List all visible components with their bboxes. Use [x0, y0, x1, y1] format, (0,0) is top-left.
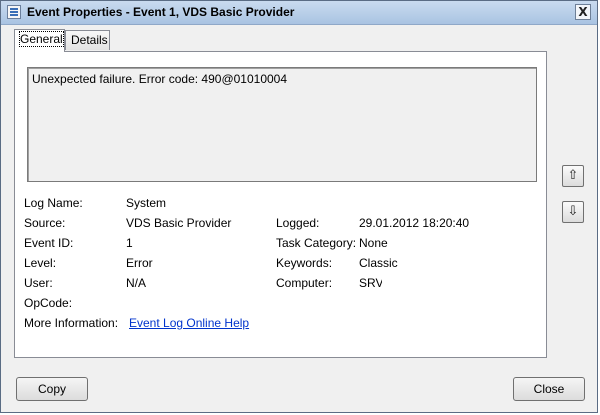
opcode-label: OpCode:	[24, 296, 73, 310]
event-id-label: Event ID:	[24, 236, 74, 250]
tab-general-label: General	[19, 31, 64, 47]
window-close-button[interactable]: X	[575, 4, 591, 20]
event-id-value: 1	[126, 236, 133, 250]
computer-label: Computer:	[276, 276, 333, 290]
computer-name-redaction	[382, 276, 446, 290]
arrow-up-icon: ⇧	[567, 168, 579, 183]
event-message-box[interactable]: Unexpected failure. Error code: 490@0101…	[27, 67, 537, 182]
user-value: N/A	[126, 276, 147, 290]
tab-details-label: Details	[71, 33, 108, 47]
source-label: Source:	[24, 216, 66, 230]
copy-button[interactable]: Copy	[16, 377, 88, 401]
log-name-label: Log Name:	[24, 196, 83, 210]
user-label: User:	[24, 276, 53, 290]
more-information-label: More Information:	[24, 316, 119, 330]
tab-general[interactable]: General	[14, 29, 65, 52]
event-message-text: Unexpected failure. Error code: 490@0101…	[32, 72, 288, 86]
event-properties-window: Event Properties - Event 1, VDS Basic Pr…	[0, 0, 598, 413]
log-name-value: System	[126, 196, 167, 210]
logged-label: Logged:	[276, 216, 320, 230]
tab-details[interactable]: Details	[65, 30, 110, 50]
keywords-label: Keywords:	[276, 256, 333, 270]
next-event-button[interactable]: ⇩	[562, 201, 584, 223]
source-value: VDS Basic Provider	[126, 216, 232, 230]
keywords-value: Classic	[359, 256, 398, 270]
event-log-online-help-link[interactable]: Event Log Online Help	[129, 316, 249, 330]
level-label: Level:	[24, 256, 57, 270]
logged-value: 29.01.2012 18:20:40	[359, 216, 470, 230]
task-category-label: Task Category:	[276, 236, 357, 250]
close-button[interactable]: Close	[513, 377, 585, 401]
level-value: Error	[126, 256, 153, 270]
window-title: Event Properties - Event 1, VDS Basic Pr…	[27, 5, 295, 19]
title-bar[interactable]: Event Properties - Event 1, VDS Basic Pr…	[1, 1, 597, 25]
general-tab-panel: Unexpected failure. Error code: 490@0101…	[14, 51, 547, 358]
event-viewer-icon	[7, 5, 21, 19]
arrow-down-icon: ⇩	[567, 204, 579, 219]
previous-event-button[interactable]: ⇧	[562, 165, 584, 187]
task-category-value: None	[359, 236, 388, 250]
